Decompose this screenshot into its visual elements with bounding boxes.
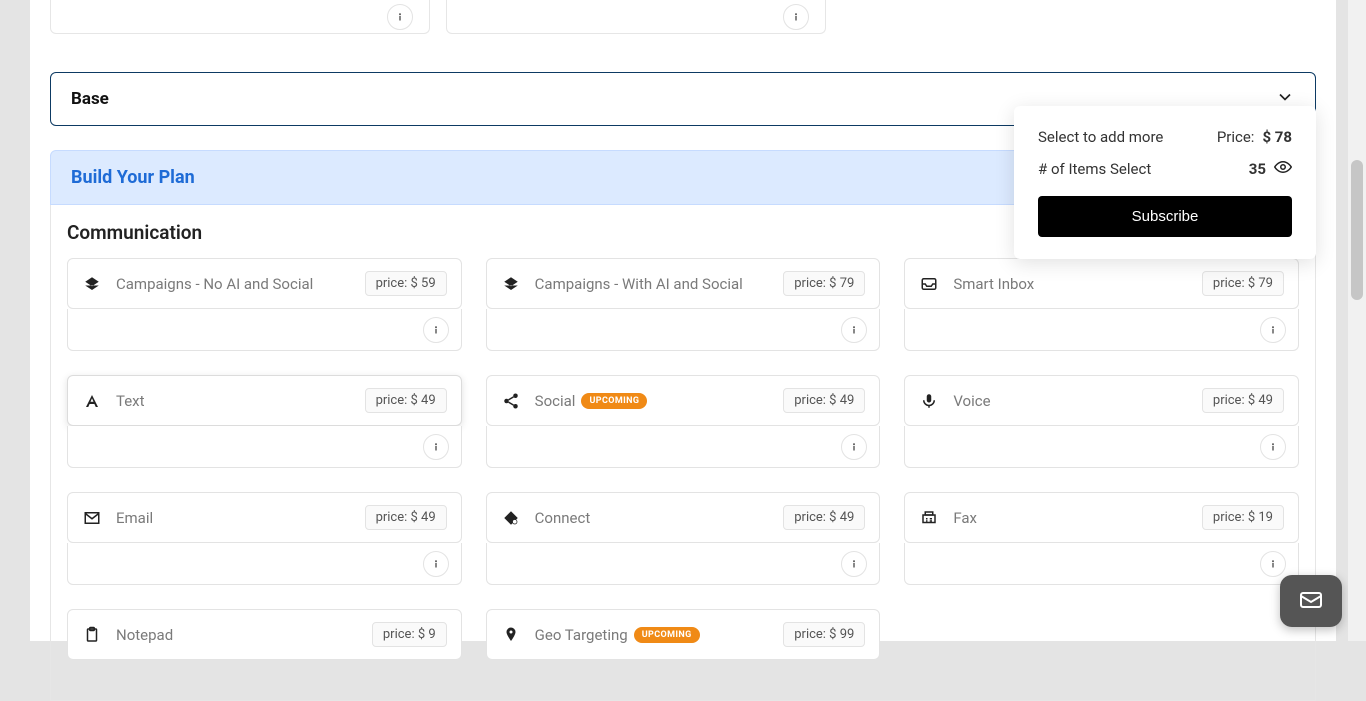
card-header[interactable]: Connect price: $ 49 bbox=[486, 492, 881, 543]
price-tag: price: $ 49 bbox=[783, 388, 865, 413]
card-header[interactable]: Notepad price: $ 9 bbox=[67, 609, 462, 660]
stub-card bbox=[446, 0, 826, 34]
text-icon bbox=[82, 391, 102, 411]
card-email: Email price: $ 49 bbox=[67, 492, 462, 585]
info-icon[interactable] bbox=[841, 317, 867, 343]
card-header[interactable]: Campaigns - With AI and Social price: $ … bbox=[486, 258, 881, 309]
card-header[interactable]: Text price: $ 49 bbox=[67, 375, 462, 426]
price-tag: price: $ 19 bbox=[1202, 505, 1284, 530]
scrollbar-track[interactable] bbox=[1348, 0, 1366, 641]
stub-row bbox=[50, 0, 1316, 34]
card-voice: Voice price: $ 49 bbox=[904, 375, 1299, 468]
card-footer bbox=[486, 309, 881, 351]
card-title: Text bbox=[116, 392, 351, 410]
upcoming-badge: UPCOMING bbox=[634, 627, 700, 643]
info-icon[interactable] bbox=[783, 4, 809, 30]
stub-card bbox=[50, 0, 430, 34]
info-icon[interactable] bbox=[1260, 317, 1286, 343]
price-tag: price: $ 79 bbox=[1202, 271, 1284, 296]
summary-items-count: 35 bbox=[1249, 160, 1266, 178]
microphone-icon bbox=[919, 391, 939, 411]
card-header[interactable]: Voice price: $ 49 bbox=[904, 375, 1299, 426]
info-icon[interactable] bbox=[1260, 434, 1286, 460]
campaign-icon bbox=[501, 274, 521, 294]
fax-icon bbox=[919, 508, 939, 528]
accordion-title: Base bbox=[71, 89, 109, 109]
card-title: Voice bbox=[953, 392, 1188, 410]
card-connect: Connect price: $ 49 bbox=[486, 492, 881, 585]
price-tag: price: $ 59 bbox=[365, 271, 447, 296]
card-notepad: Notepad price: $ 9 bbox=[67, 609, 462, 660]
card-footer bbox=[67, 426, 462, 468]
card-title: Social UPCOMING bbox=[535, 392, 770, 410]
share-icon bbox=[501, 391, 521, 411]
price-tag: price: $ 79 bbox=[783, 271, 865, 296]
envelope-icon bbox=[82, 508, 102, 528]
card-campaigns-ai: Campaigns - With AI and Social price: $ … bbox=[486, 258, 881, 351]
upcoming-badge: UPCOMING bbox=[581, 393, 647, 409]
summary-price-value: $ 78 bbox=[1262, 128, 1292, 146]
card-fax: Fax price: $ 19 bbox=[904, 492, 1299, 585]
summary-select-more-label: Select to add more bbox=[1038, 128, 1163, 146]
price-tag: price: $ 49 bbox=[1202, 388, 1284, 413]
info-icon[interactable] bbox=[387, 4, 413, 30]
info-icon[interactable] bbox=[841, 434, 867, 460]
info-icon[interactable] bbox=[841, 551, 867, 577]
card-header[interactable]: Email price: $ 49 bbox=[67, 492, 462, 543]
card-smart-inbox: Smart Inbox price: $ 79 bbox=[904, 258, 1299, 351]
clipboard-icon bbox=[82, 625, 102, 645]
card-footer bbox=[904, 426, 1299, 468]
subscribe-button[interactable]: Subscribe bbox=[1038, 196, 1292, 237]
card-campaigns-no-ai: Campaigns - No AI and Social price: $ 59 bbox=[67, 258, 462, 351]
price-tag: price: $ 99 bbox=[783, 622, 865, 647]
card-geo-targeting: Geo Targeting UPCOMING price: $ 99 bbox=[486, 609, 881, 660]
campaign-icon bbox=[82, 274, 102, 294]
card-header[interactable]: Campaigns - No AI and Social price: $ 59 bbox=[67, 258, 462, 309]
info-icon[interactable] bbox=[423, 434, 449, 460]
eye-icon[interactable] bbox=[1274, 158, 1292, 180]
card-title: Fax bbox=[953, 509, 1188, 527]
connect-icon bbox=[501, 508, 521, 528]
card-title: Campaigns - No AI and Social bbox=[116, 275, 351, 293]
summary-price-label: Price: bbox=[1217, 128, 1255, 146]
card-social: Social UPCOMING price: $ 49 bbox=[486, 375, 881, 468]
card-footer bbox=[67, 543, 462, 585]
card-header[interactable]: Social UPCOMING price: $ 49 bbox=[486, 375, 881, 426]
card-title: Smart Inbox bbox=[953, 275, 1188, 293]
card-footer bbox=[904, 309, 1299, 351]
card-title: Campaigns - With AI and Social bbox=[535, 275, 770, 293]
scrollbar-thumb[interactable] bbox=[1351, 160, 1363, 300]
card-footer bbox=[486, 426, 881, 468]
card-footer bbox=[486, 543, 881, 585]
card-title: Email bbox=[116, 509, 351, 527]
card-header[interactable]: Geo Targeting UPCOMING price: $ 99 bbox=[486, 609, 881, 660]
info-icon[interactable] bbox=[423, 317, 449, 343]
page-container: Base Build Your Plan Communication Campa… bbox=[30, 0, 1336, 641]
card-title: Connect bbox=[535, 509, 770, 527]
build-plan-body: Communication Campaigns - No AI and Soci… bbox=[50, 205, 1316, 701]
info-icon[interactable] bbox=[423, 551, 449, 577]
price-tag: price: $ 49 bbox=[365, 505, 447, 530]
feature-grid: Campaigns - No AI and Social price: $ 59… bbox=[67, 258, 1299, 660]
inbox-icon bbox=[919, 274, 939, 294]
price-tag: price: $ 49 bbox=[365, 388, 447, 413]
chat-widget-button[interactable] bbox=[1280, 575, 1342, 627]
price-tag: price: $ 49 bbox=[783, 505, 865, 530]
card-footer bbox=[904, 543, 1299, 585]
map-pin-icon bbox=[501, 625, 521, 645]
card-header[interactable]: Fax price: $ 19 bbox=[904, 492, 1299, 543]
card-header[interactable]: Smart Inbox price: $ 79 bbox=[904, 258, 1299, 309]
price-tag: price: $ 9 bbox=[372, 622, 447, 647]
card-footer bbox=[67, 309, 462, 351]
summary-panel: Select to add more Price: $ 78 # of Item… bbox=[1014, 106, 1316, 259]
info-icon[interactable] bbox=[1260, 551, 1286, 577]
summary-items-label: # of Items Select bbox=[1038, 160, 1151, 178]
card-text: Text price: $ 49 bbox=[67, 375, 462, 468]
